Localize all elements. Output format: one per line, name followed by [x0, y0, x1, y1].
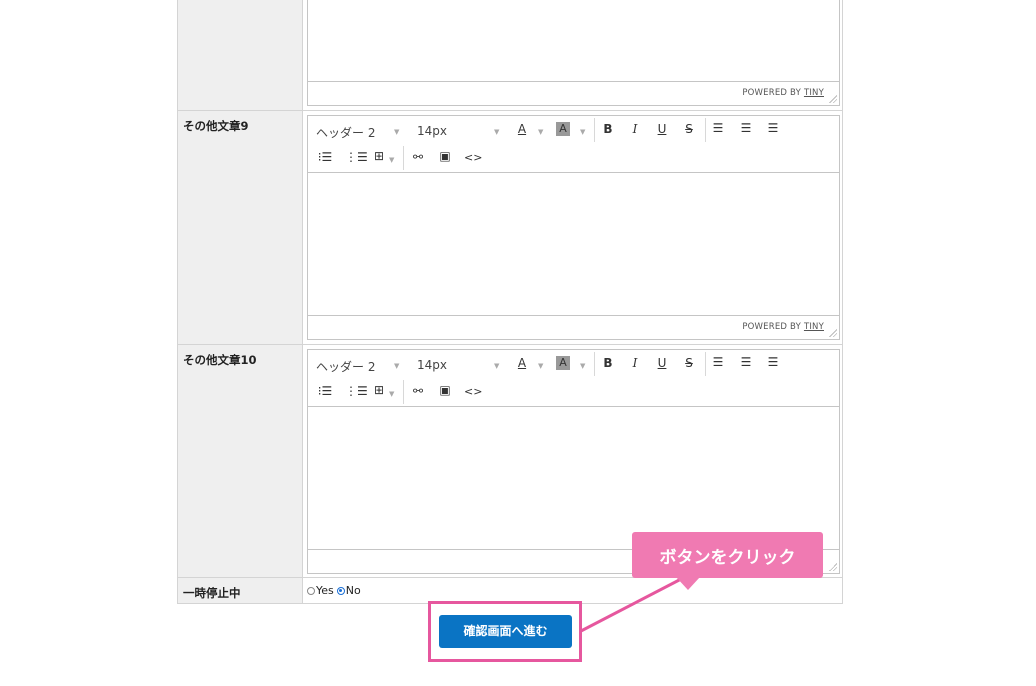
- resize-handle-icon[interactable]: [829, 563, 837, 571]
- row-divider: [178, 110, 842, 111]
- align-right-icon[interactable]: ☰: [765, 121, 781, 135]
- editor-statusbar: POWERED BY TINY: [308, 315, 839, 339]
- font-size-select[interactable]: 14px: [417, 124, 447, 138]
- powered-by-label: POWERED BY: [742, 88, 802, 98]
- editor-content-area[interactable]: [308, 0, 839, 83]
- bullet-list-icon[interactable]: ⁝☰: [317, 384, 333, 398]
- resize-handle-icon[interactable]: [829, 95, 837, 103]
- align-left-icon[interactable]: ☰: [710, 121, 726, 135]
- underline-icon[interactable]: U: [654, 356, 670, 370]
- rich-text-editor-8[interactable]: POWERED BY TINY: [307, 0, 840, 106]
- powered-by-label: POWERED BY: [742, 322, 802, 332]
- link-icon[interactable]: ⚯: [410, 150, 426, 164]
- toolbar-separator: [594, 118, 595, 142]
- row-divider: [178, 344, 842, 345]
- align-center-icon[interactable]: ☰: [738, 121, 754, 135]
- underline-icon[interactable]: U: [654, 122, 670, 136]
- radio-no[interactable]: [336, 586, 345, 595]
- chevron-down-icon[interactable]: ▼: [580, 128, 585, 136]
- strikethrough-icon[interactable]: S: [681, 122, 697, 136]
- image-icon[interactable]: ▣: [437, 149, 453, 163]
- radio-yes-label[interactable]: Yes: [316, 584, 334, 597]
- editor-content-area[interactable]: [308, 173, 839, 317]
- text-color-icon[interactable]: A: [514, 122, 530, 136]
- align-right-icon[interactable]: ☰: [765, 355, 781, 369]
- pause-radio-group: Yes No: [307, 584, 361, 597]
- block-format-select[interactable]: ヘッダー 2: [316, 358, 375, 375]
- tiny-link[interactable]: TINY: [804, 322, 824, 332]
- editor-toolbar: ヘッダー 2 ▼ 14px ▼ A ▼ A ▼ B I U S ☰ ☰ ☰ ⁝☰…: [308, 116, 839, 173]
- numbered-list-icon[interactable]: ⋮☰: [345, 150, 368, 164]
- text-color-icon[interactable]: A: [514, 356, 530, 370]
- table-icon[interactable]: ⊞: [371, 149, 387, 163]
- chevron-down-icon[interactable]: ▼: [394, 362, 399, 370]
- editor-toolbar: ヘッダー 2 ▼ 14px ▼ A ▼ A ▼ B I U S ☰ ☰ ☰ ⁝☰…: [308, 350, 839, 407]
- chevron-down-icon[interactable]: ▼: [538, 128, 543, 136]
- row-label-paused: 一時停止中: [183, 586, 241, 600]
- row-label-other-text-10: その他文章10: [183, 353, 257, 367]
- radio-no-label[interactable]: No: [346, 584, 361, 597]
- editor-statusbar: POWERED BY TINY: [308, 81, 839, 105]
- highlight-frame: [428, 601, 582, 662]
- font-size-select[interactable]: 14px: [417, 358, 447, 372]
- block-format-select[interactable]: ヘッダー 2: [316, 124, 375, 141]
- chevron-down-icon[interactable]: ▼: [394, 128, 399, 136]
- callout-label: ボタンをクリック: [632, 532, 823, 578]
- strikethrough-icon[interactable]: S: [681, 356, 697, 370]
- image-icon[interactable]: ▣: [437, 383, 453, 397]
- toolbar-separator: [403, 380, 404, 404]
- align-left-icon[interactable]: ☰: [710, 355, 726, 369]
- chevron-down-icon[interactable]: ▼: [494, 362, 499, 370]
- numbered-list-icon[interactable]: ⋮☰: [345, 384, 368, 398]
- rich-text-editor-9[interactable]: ヘッダー 2 ▼ 14px ▼ A ▼ A ▼ B I U S ☰ ☰ ☰ ⁝☰…: [307, 115, 840, 340]
- bold-icon[interactable]: B: [600, 356, 616, 370]
- label-column: [178, 0, 303, 603]
- toolbar-separator: [594, 352, 595, 376]
- chevron-down-icon[interactable]: ▼: [580, 362, 585, 370]
- chevron-down-icon[interactable]: ▼: [389, 156, 394, 164]
- bullet-list-icon[interactable]: ⁝☰: [317, 150, 333, 164]
- row-label-other-text-9: その他文章9: [183, 119, 249, 133]
- source-code-icon[interactable]: <>: [464, 151, 482, 164]
- powered-by-tiny: POWERED BY TINY: [742, 88, 824, 98]
- resize-handle-icon[interactable]: [829, 329, 837, 337]
- toolbar-separator: [705, 118, 706, 142]
- link-icon[interactable]: ⚯: [410, 384, 426, 398]
- background-color-icon[interactable]: A: [556, 122, 570, 136]
- toolbar-separator: [705, 352, 706, 376]
- background-color-icon[interactable]: A: [556, 356, 570, 370]
- editor-content-area[interactable]: [308, 407, 839, 551]
- align-center-icon[interactable]: ☰: [738, 355, 754, 369]
- tiny-link[interactable]: TINY: [804, 88, 824, 98]
- italic-icon[interactable]: I: [627, 122, 643, 136]
- radio-yes[interactable]: [307, 586, 315, 595]
- chevron-down-icon[interactable]: ▼: [389, 390, 394, 398]
- italic-icon[interactable]: I: [627, 356, 643, 370]
- toolbar-separator: [403, 146, 404, 170]
- powered-by-tiny: POWERED BY TINY: [742, 322, 824, 332]
- table-icon[interactable]: ⊞: [371, 383, 387, 397]
- chevron-down-icon[interactable]: ▼: [538, 362, 543, 370]
- source-code-icon[interactable]: <>: [464, 385, 482, 398]
- chevron-down-icon[interactable]: ▼: [494, 128, 499, 136]
- bold-icon[interactable]: B: [600, 122, 616, 136]
